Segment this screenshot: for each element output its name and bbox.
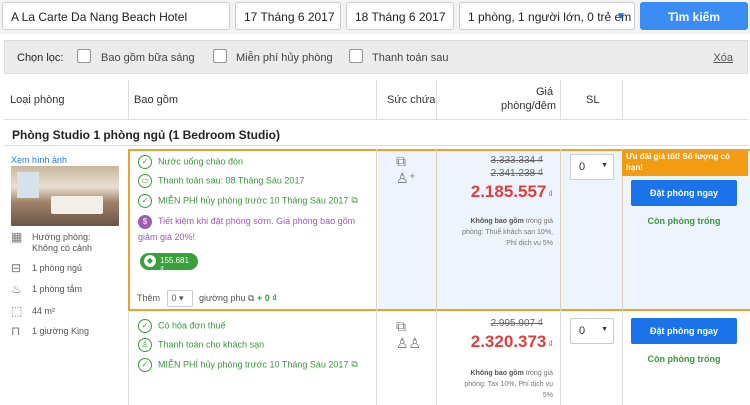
include-item: ✓ Có hóa đơn thuế: [138, 319, 225, 333]
filter-label: Chọn lọc:: [17, 52, 64, 64]
availability-status: Còn phòng trống: [647, 354, 721, 364]
info-icon[interactable]: ⧉: [248, 293, 254, 303]
guests-value: 1 phòng, 1 người lớn, 0 trẻ em: [468, 10, 632, 24]
chevron-down-icon: ▼: [601, 326, 608, 333]
capacity-icon: ⧉ ♙⁺: [396, 153, 416, 186]
bed-icon: ⊟: [11, 261, 22, 275]
col-includes: Bao gồm: [134, 94, 179, 106]
col-price-line2: phòng/đêm: [501, 100, 557, 112]
include-item: ✓ MIỄN PHÍ hủy phòng trước 10 Tháng Sáu 2…: [138, 194, 358, 208]
tax-note: Không bao gồm trong giá phòng: Thuế khác…: [462, 218, 553, 247]
book-now-button[interactable]: Đặt phòng ngay: [631, 180, 737, 206]
amenity-bedroom: ⊟ 1 phòng ngủ: [11, 261, 83, 275]
free-cancel-label: Miễn phí hủy phòng: [236, 52, 333, 64]
check-icon: ✓: [138, 194, 152, 208]
room-title: Phòng Studio 1 phòng ngủ (1 Bedroom Stud…: [12, 128, 280, 142]
chevron-down-icon: ▼: [601, 162, 608, 169]
area-icon: ⬚: [11, 304, 23, 318]
info-icon[interactable]: ⧉: [351, 359, 357, 369]
shower-icon: ♨: [11, 282, 22, 296]
check-icon: ✓: [138, 155, 152, 169]
amenity-view: ▦ Hướng phòng: Không có cảnh: [11, 230, 93, 253]
pay-later-checkbox[interactable]: [349, 49, 363, 63]
previous-price: 2.341.238 ₫: [490, 168, 543, 179]
guests-select[interactable]: 1 phòng, 1 người lớn, 0 trẻ em ▼: [459, 2, 635, 30]
extra-bed-select[interactable]: 0 ▾: [166, 290, 193, 307]
hotel-input[interactable]: A La Carte Da Nang Beach Hotel: [2, 2, 230, 30]
view-photos-link[interactable]: Xem hình ảnh: [11, 155, 67, 165]
user-icon: ♙: [138, 338, 152, 352]
checkout-input[interactable]: 18 Tháng 6 2017: [346, 2, 454, 30]
room-qty-select[interactable]: 0 ▼: [570, 154, 614, 180]
checkin-input[interactable]: 17 Tháng 6 2017: [235, 2, 341, 30]
amenity-bathroom: ♨ 1 phòng tắm: [11, 282, 83, 296]
clear-filter-link[interactable]: Xóa: [713, 52, 733, 64]
check-icon: ✓: [138, 319, 152, 333]
info-icon[interactable]: ⧉: [351, 195, 357, 205]
amenity-bed: ⊓ 1 giường King: [11, 324, 89, 338]
room-qty-select[interactable]: 0 ▼: [570, 318, 614, 344]
search-bar: A La Carte Da Nang Beach Hotel 17 Tháng …: [0, 0, 750, 34]
chevron-down-icon: ▼: [616, 11, 626, 22]
availability-status: Còn phòng trống: [647, 216, 721, 226]
breakfast-label: Bao gồm bữa sáng: [101, 52, 195, 64]
col-capacity: Sức chứa: [387, 94, 436, 106]
col-room-type: Loại phòng: [10, 94, 65, 106]
book-now-button[interactable]: Đặt phòng ngay: [631, 318, 737, 344]
king-bed-icon: ⊓: [11, 324, 21, 338]
card-icon: ▭: [138, 174, 152, 188]
search-button[interactable]: Tìm kiếm: [640, 2, 748, 30]
current-price: 2.185.557 ₫: [470, 182, 553, 201]
original-price: 3.333.334 ₫: [490, 155, 543, 166]
capacity-icon: ⧉ ♙♙: [396, 318, 422, 351]
current-price: 2.320.373 ₫: [470, 332, 553, 351]
tag-icon: ◆: [144, 255, 156, 267]
deal-badge: Ưu đãi giá tốt! Số lượng có hạn!: [622, 151, 748, 176]
include-item: ✓ MIỄN PHÍ hủy phòng trước 10 Tháng Sáu 2…: [138, 358, 358, 372]
check-icon: ✓: [138, 358, 152, 372]
original-price: 2.995.907 ₫: [490, 318, 543, 329]
amenity-size: ⬚ 44 m²: [11, 304, 56, 318]
cashback-badge: ◆ 155.681 ₫: [140, 253, 198, 274]
pay-later-label: Thanh toán sau: [372, 52, 449, 64]
discount-icon: $: [138, 214, 152, 229]
col-qty: SL: [586, 94, 600, 106]
window-icon: ▦: [11, 230, 23, 244]
include-item: ♙ Thanh toán cho khách sạn: [138, 338, 264, 352]
free-cancel-checkbox[interactable]: [213, 49, 227, 63]
col-price-line1: Giá: [536, 86, 554, 98]
early-booking-promo: $ Tiết kiệm khi đặt phòng sớm. Giá phòng …: [138, 214, 356, 242]
breakfast-checkbox[interactable]: [77, 49, 91, 63]
room-photo[interactable]: [11, 166, 119, 226]
extra-bed: Thêm 0 ▾ giường phụ ⧉ + 0 ₫: [137, 290, 277, 307]
include-item: ✓ Nước uống chào đón: [138, 155, 243, 169]
tax-note: Không bao gồm trong giá phòng: Tax 10%, …: [464, 370, 553, 399]
filter-bar: Chọn lọc: Bao gồm bữa sáng Miễn phí hủy …: [4, 40, 748, 74]
include-item: ▭ Thanh toán sau: 08 Tháng Sáu 2017: [138, 174, 304, 188]
